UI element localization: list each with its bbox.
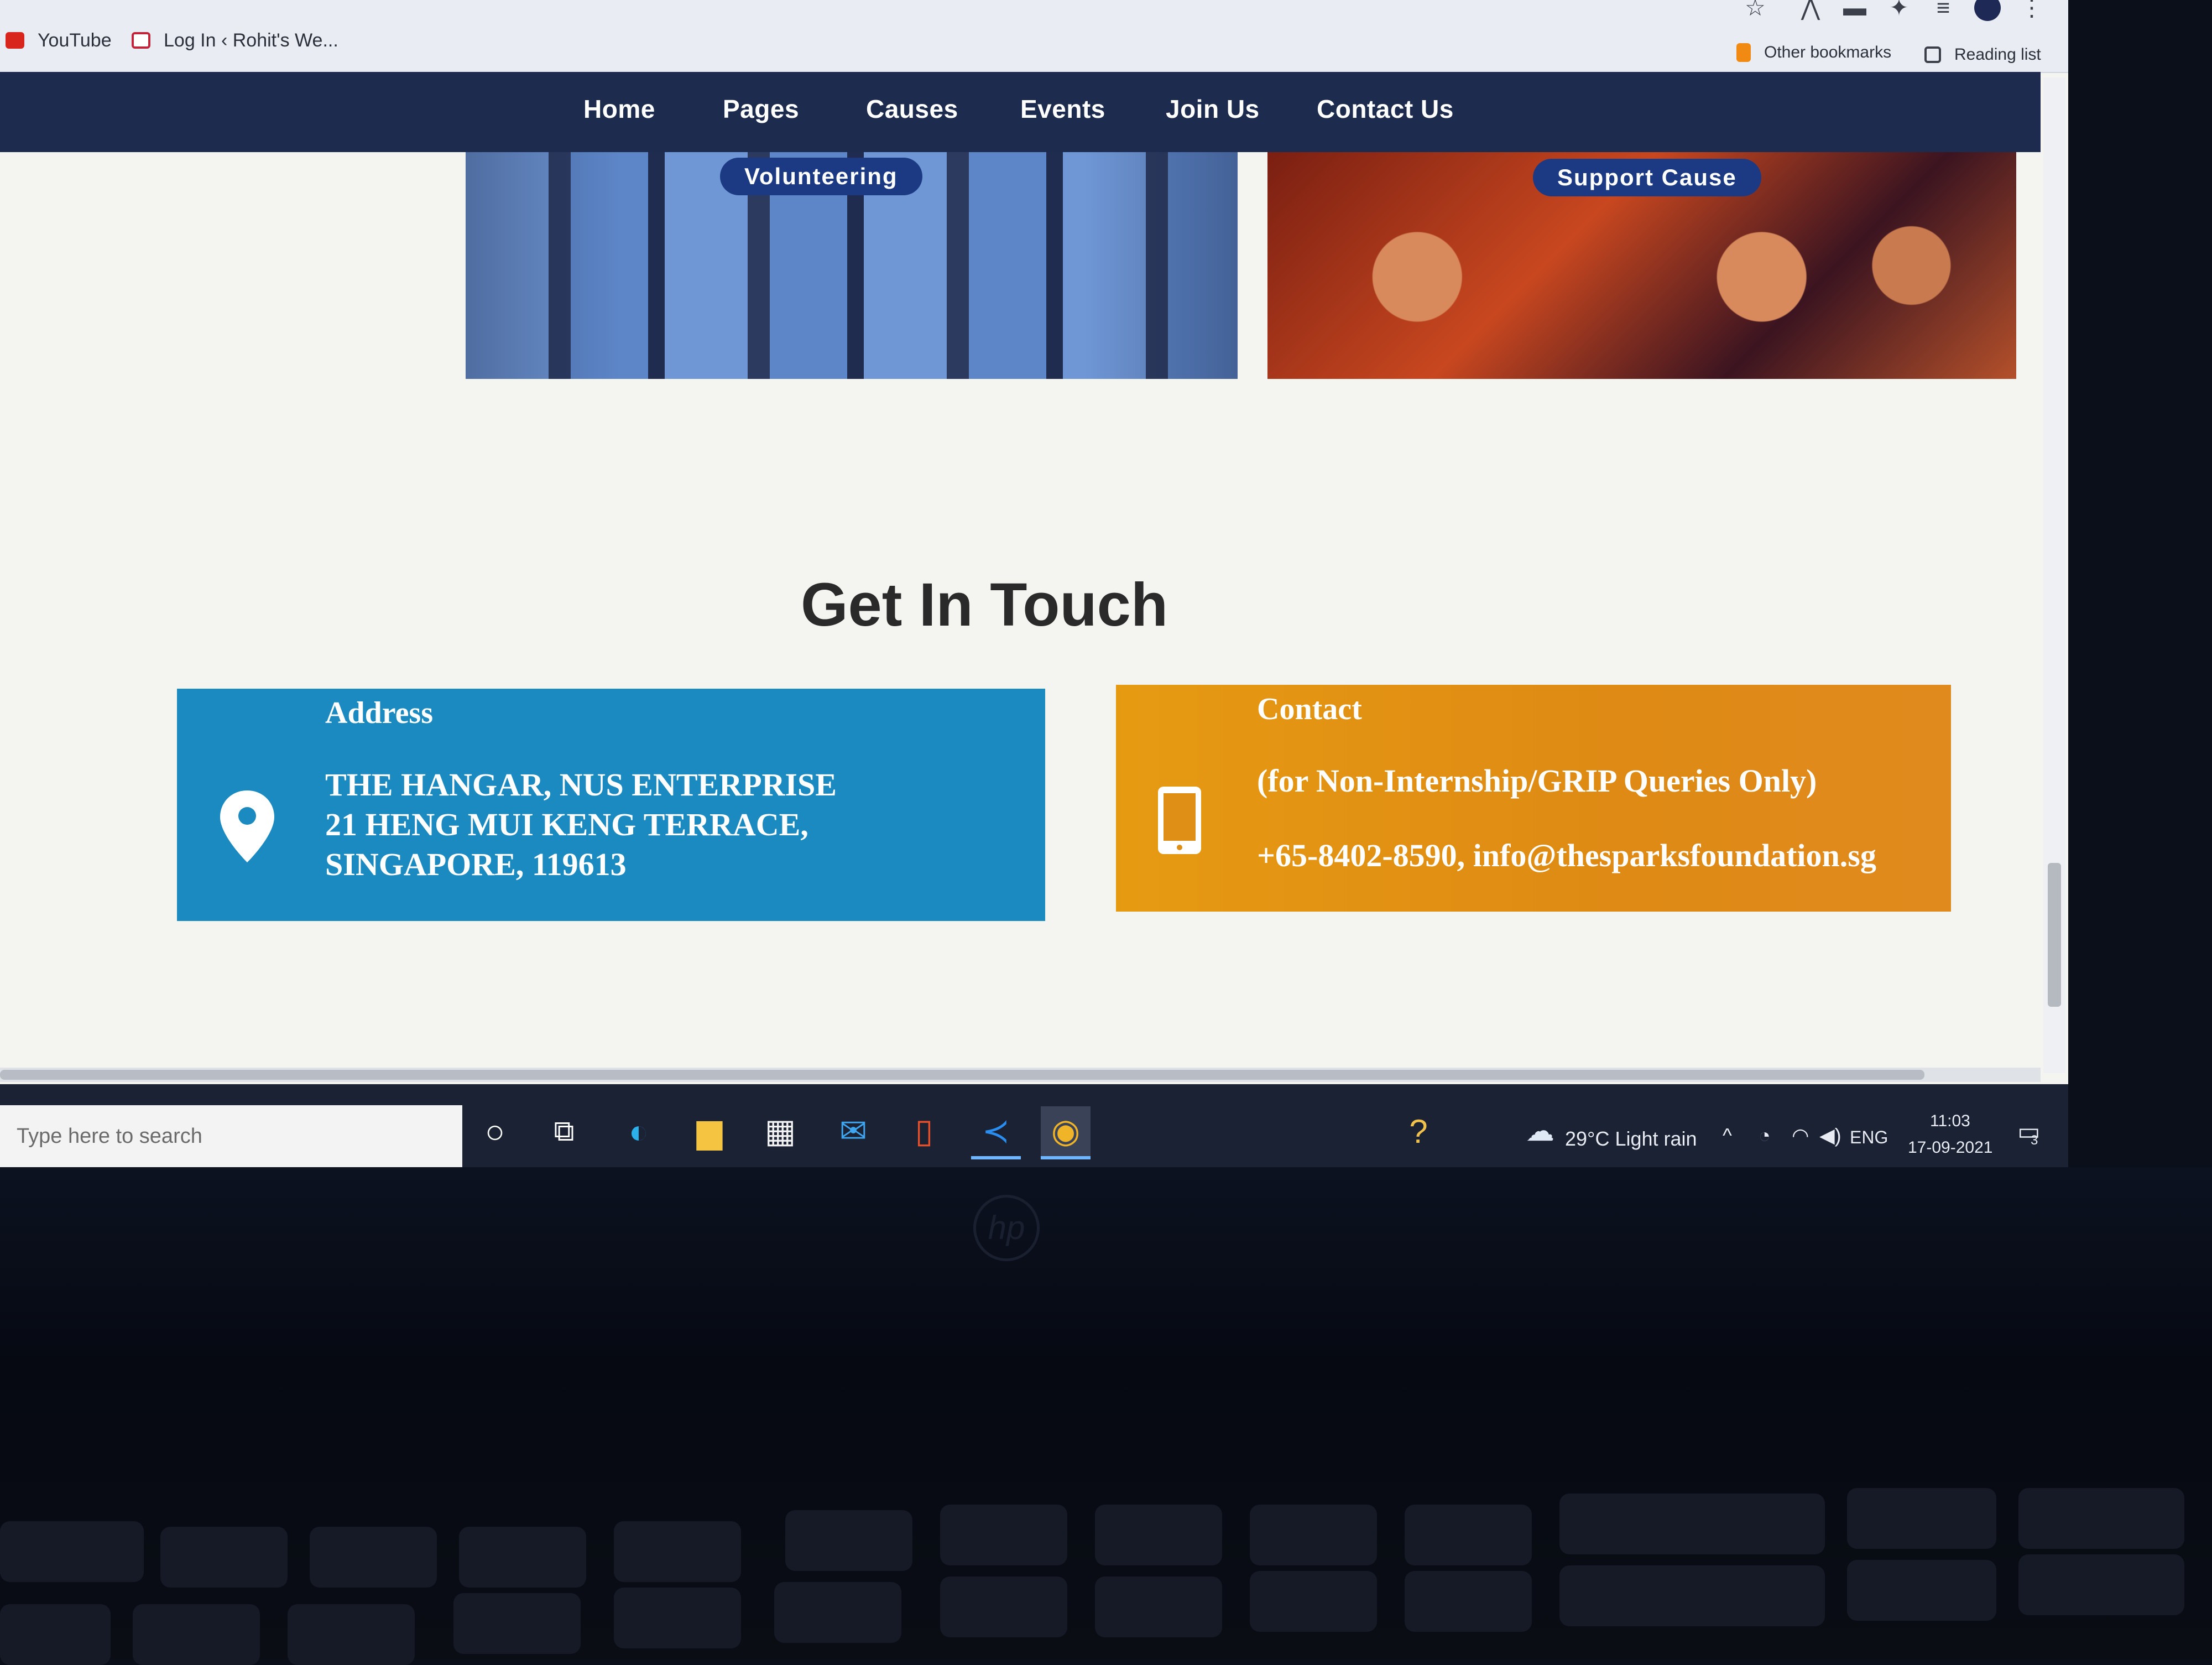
bookmark-login[interactable]: Log In ‹ Rohit's We... bbox=[132, 27, 338, 54]
browser-screen: ☆ ⋀ ▬ ✦ ≡ ⋮ YouTube Log In ‹ Rohit's We.… bbox=[0, 0, 2068, 1167]
keyboard-key bbox=[288, 1604, 415, 1665]
chrome-icon[interactable]: ◉ bbox=[1041, 1106, 1091, 1159]
network-icon[interactable]: ◔ bbox=[1759, 1124, 1771, 1147]
keyboard-key bbox=[160, 1527, 288, 1588]
mobile-phone-icon bbox=[1158, 787, 1201, 854]
keyboard-key bbox=[614, 1521, 741, 1582]
keyboard-key bbox=[0, 1604, 111, 1665]
bookmark-youtube[interactable]: YouTube bbox=[6, 27, 112, 54]
keyboard-key bbox=[785, 1510, 912, 1571]
mail-icon[interactable]: ✉ bbox=[828, 1106, 878, 1156]
chevron-up-icon[interactable]: ^ bbox=[1723, 1124, 1732, 1147]
reading-list[interactable]: Reading list bbox=[1924, 41, 2041, 69]
keyboard-key bbox=[940, 1576, 1067, 1637]
youtube-icon bbox=[6, 32, 24, 49]
vertical-scroll-thumb[interactable] bbox=[2048, 863, 2061, 1007]
keyboard-key bbox=[133, 1604, 260, 1665]
file-explorer-icon[interactable]: ▆ bbox=[685, 1106, 734, 1156]
address-line-3: SINGAPORE, 119613 bbox=[325, 846, 627, 882]
site-navbar: Home Pages Causes Events Join Us Contact… bbox=[0, 72, 2041, 152]
clock-date[interactable]: 17-09-2021 bbox=[1908, 1138, 1992, 1157]
keyboard-key bbox=[2018, 1554, 2184, 1615]
support-cause-label[interactable]: Support Cause bbox=[1533, 159, 1761, 196]
keyboard-key bbox=[1405, 1571, 1532, 1632]
office-icon[interactable]: ▯ bbox=[899, 1106, 949, 1156]
profile-avatar[interactable] bbox=[1974, 0, 2001, 21]
language-indicator[interactable]: ENG bbox=[1850, 1127, 1888, 1148]
nav-home[interactable]: Home bbox=[583, 94, 655, 124]
horizontal-scrollbar[interactable] bbox=[0, 1068, 2041, 1082]
keyboard-key bbox=[453, 1593, 581, 1654]
hp-logo: hp bbox=[973, 1195, 1040, 1261]
windows-taskbar: Type here to search ○ ⧉ ◐ ▆ ▦ ✉ ▯ ≺ ◉ ? … bbox=[0, 1084, 2068, 1167]
site-favicon-icon bbox=[132, 32, 150, 49]
keyboard-key bbox=[1250, 1505, 1377, 1565]
bookmark-label: Reading list bbox=[1954, 45, 2041, 64]
nav-contact-us[interactable]: Contact Us bbox=[1317, 94, 1454, 124]
keyboard-key bbox=[1095, 1505, 1222, 1565]
notification-count: 3 bbox=[2031, 1133, 2038, 1148]
nav-events[interactable]: Events bbox=[1020, 94, 1105, 124]
star-icon[interactable]: ☆ bbox=[1742, 0, 1768, 21]
edge-browser-icon[interactable]: ◐ bbox=[614, 1106, 664, 1156]
bookmark-other[interactable]: Other bookmarks bbox=[1736, 39, 1891, 66]
reading-list-icon bbox=[1924, 46, 1941, 63]
task-view-icon[interactable]: ⧉ bbox=[539, 1106, 589, 1156]
contact-details[interactable]: +65-8402-8590, info@thesparksfoundation.… bbox=[1257, 837, 1876, 874]
wifi-icon[interactable]: ◠ bbox=[1792, 1124, 1809, 1147]
media-list-icon[interactable]: ≡ bbox=[1930, 0, 1957, 21]
keyboard-key bbox=[1847, 1560, 1996, 1621]
keyboard-key bbox=[940, 1505, 1067, 1565]
keyboard-key bbox=[0, 1521, 144, 1582]
address-card: Address THE HANGAR, NUS ENTERPRISE 21 HE… bbox=[177, 689, 1045, 921]
cortana-icon[interactable]: ○ bbox=[470, 1106, 520, 1156]
cloud-rain-icon: ☁ bbox=[1526, 1115, 1554, 1147]
contact-card: Contact (for Non-Internship/GRIP Queries… bbox=[1116, 685, 1951, 912]
taskbar-search-input[interactable]: Type here to search bbox=[0, 1105, 462, 1167]
nav-join-us[interactable]: Join Us bbox=[1166, 94, 1260, 124]
puzzle-icon[interactable]: ✦ bbox=[1886, 0, 1912, 21]
address-title: Address bbox=[325, 696, 434, 730]
keyboard-key bbox=[1847, 1488, 1996, 1549]
support-cause-image[interactable]: Support Cause bbox=[1267, 152, 2016, 379]
contact-title: Contact bbox=[1257, 692, 1362, 726]
keyboard-key bbox=[2018, 1488, 2184, 1549]
store-icon[interactable]: ▦ bbox=[755, 1106, 805, 1156]
keyboard-key bbox=[1559, 1565, 1825, 1626]
address-line-2: 21 HENG MUI KENG TERRACE, bbox=[325, 807, 808, 842]
keyboard-key bbox=[774, 1582, 901, 1643]
clock-time[interactable]: 11:03 bbox=[1930, 1112, 1970, 1131]
kebab-menu-icon[interactable]: ⋮ bbox=[2018, 0, 2045, 21]
keyboard-key bbox=[310, 1527, 437, 1588]
weather-text[interactable]: 29°C Light rain bbox=[1565, 1127, 1697, 1151]
extension-box-icon[interactable]: ▬ bbox=[1841, 0, 1868, 21]
volunteering-label[interactable]: Volunteering bbox=[720, 158, 922, 195]
bookmarks-bar: ☆ ⋀ ▬ ✦ ≡ ⋮ YouTube Log In ‹ Rohit's We.… bbox=[0, 0, 2068, 73]
horizontal-scroll-thumb[interactable] bbox=[0, 1070, 1924, 1080]
volunteering-image[interactable]: Volunteering bbox=[466, 152, 1238, 379]
bookmark-label: Log In ‹ Rohit's We... bbox=[164, 29, 338, 51]
volume-icon[interactable]: ◀) bbox=[1819, 1124, 1841, 1147]
contact-note: (for Non-Internship/GRIP Queries Only) bbox=[1257, 763, 1817, 799]
address-line-1: THE HANGAR, NUS ENTERPRISE bbox=[325, 767, 837, 803]
extension-a-icon[interactable]: ⋀ bbox=[1797, 0, 1824, 21]
nav-causes[interactable]: Causes bbox=[866, 94, 958, 124]
folder-icon bbox=[1736, 43, 1751, 62]
keyboard-key bbox=[1559, 1494, 1825, 1554]
keyboard-key bbox=[459, 1527, 586, 1588]
bookmark-label: Other bookmarks bbox=[1764, 43, 1892, 61]
get-in-touch-heading: Get In Touch bbox=[800, 571, 1168, 639]
keyboard-key bbox=[1250, 1571, 1377, 1632]
keyboard-key bbox=[614, 1588, 741, 1648]
keyboard-key bbox=[1095, 1576, 1222, 1637]
keyboard-key bbox=[1405, 1505, 1532, 1565]
bookmark-label: YouTube bbox=[38, 29, 112, 51]
vscode-icon[interactable]: ≺ bbox=[971, 1106, 1021, 1159]
help-icon[interactable]: ? bbox=[1394, 1106, 1443, 1156]
vertical-scrollbar[interactable] bbox=[2043, 77, 2065, 1073]
location-pin-icon bbox=[220, 790, 274, 862]
nav-pages[interactable]: Pages bbox=[723, 94, 799, 124]
